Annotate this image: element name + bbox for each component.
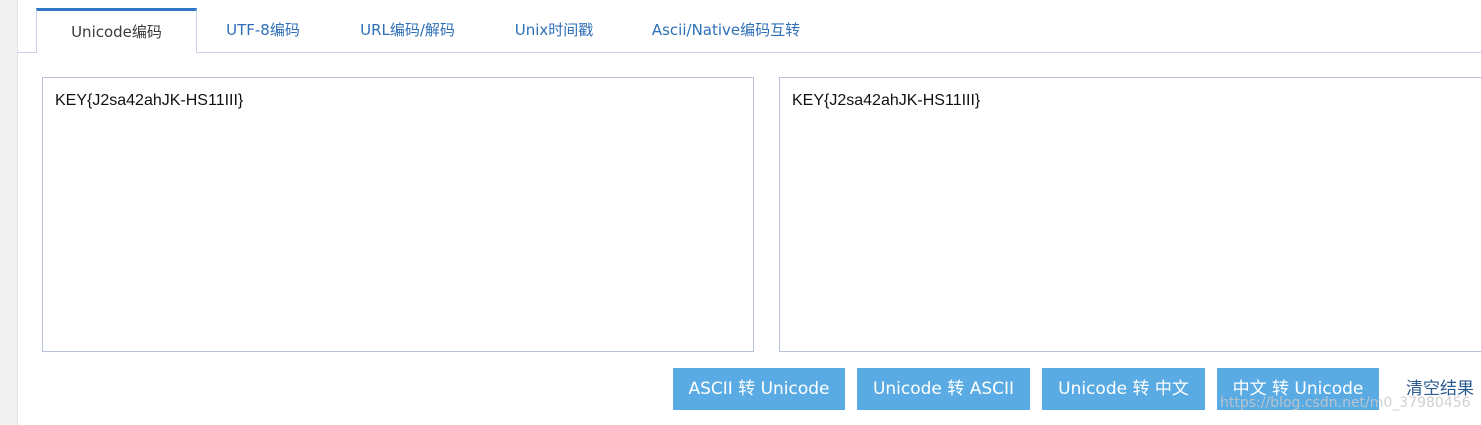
tab-bar: Unicode编码 UTF-8编码 URL编码/解码 Unix时间戳 Ascii…	[17, 0, 1481, 53]
tab-ascii-native[interactable]: Ascii/Native编码互转	[641, 8, 811, 52]
input-textarea[interactable]	[43, 78, 753, 351]
tab-utf8[interactable]: UTF-8编码	[213, 8, 313, 52]
output-textarea[interactable]	[780, 78, 1481, 351]
clear-results-button[interactable]: 清空结果	[1406, 368, 1481, 410]
tab-unicode[interactable]: Unicode编码	[36, 8, 197, 53]
unicode-to-chinese-button[interactable]: Unicode 转 中文	[1042, 368, 1205, 410]
output-panel	[779, 77, 1481, 352]
tab-unix-time[interactable]: Unix时间戳	[504, 8, 604, 52]
left-gutter	[0, 0, 18, 425]
tab-url[interactable]: URL编码/解码	[350, 8, 465, 52]
unicode-to-ascii-button[interactable]: Unicode 转 ASCII	[857, 368, 1030, 410]
chinese-to-unicode-button[interactable]: 中文 转 Unicode	[1217, 368, 1379, 410]
ascii-to-unicode-button[interactable]: ASCII 转 Unicode	[673, 368, 845, 410]
input-panel	[42, 77, 754, 352]
